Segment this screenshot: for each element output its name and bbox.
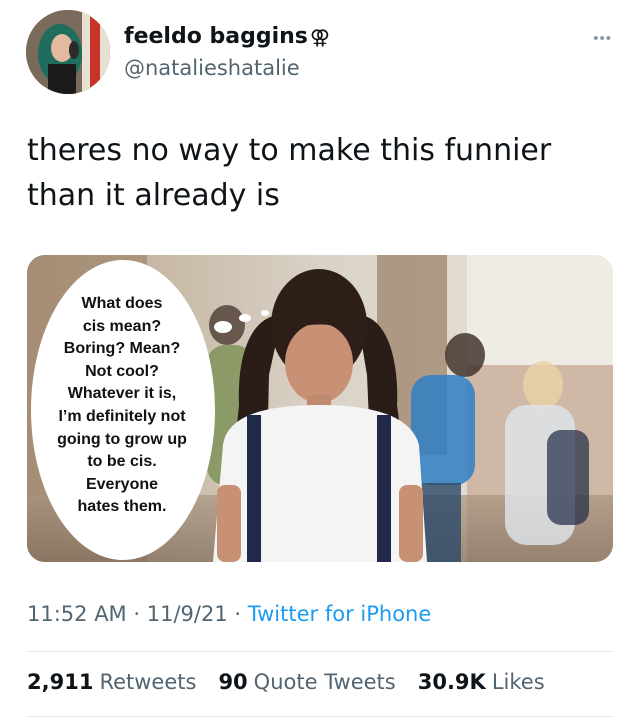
divider xyxy=(27,651,613,652)
likes-label: Likes xyxy=(491,670,545,694)
bubble-line: going to grow up xyxy=(57,430,187,448)
tweet-time[interactable]: 11:52 AM xyxy=(27,602,127,626)
more-options-icon[interactable]: ••• xyxy=(593,30,612,47)
avatar[interactable] xyxy=(26,10,110,94)
display-name-row[interactable]: feeldo baggins ⚢ xyxy=(124,24,330,49)
retweets-count: 2,911 xyxy=(27,670,94,694)
user-handle[interactable]: @natalieshatalie xyxy=(124,56,300,80)
likes-count: 30.9K xyxy=(417,670,486,694)
avatar-photo xyxy=(26,10,110,94)
bubble-line: Not cool? xyxy=(85,362,159,380)
bubble-line: Everyone xyxy=(85,475,159,493)
divider xyxy=(27,716,613,717)
tweet-date[interactable]: 11/9/21 xyxy=(147,602,228,626)
bubble-line: to be cis. xyxy=(87,453,157,471)
likes-stat[interactable]: 30.9K Likes xyxy=(418,670,545,694)
meta-separator: · xyxy=(133,602,141,626)
bubble-line: hates them. xyxy=(77,498,167,516)
quote-tweets-count: 90 xyxy=(218,670,248,694)
meta-separator: · xyxy=(234,602,242,626)
quote-tweets-label: Quote Tweets xyxy=(253,670,396,694)
retweets-label: Retweets xyxy=(99,670,197,694)
bubble-line: Boring? Mean? xyxy=(63,340,181,358)
retweets-stat[interactable]: 2,911 Retweets xyxy=(27,670,196,694)
bubble-line: Whatever it is, xyxy=(67,385,177,403)
thought-bubble-text: What does cis mean? Boring? Mean? Not co… xyxy=(40,293,204,519)
tweet-text: theres no way to make this funnier than … xyxy=(27,133,552,213)
bubble-line: cis mean? xyxy=(82,317,162,335)
display-name[interactable]: feeldo baggins xyxy=(124,24,308,49)
lesbian-symbol-icon: ⚢ xyxy=(309,24,330,49)
tweet-source-link[interactable]: Twitter for iPhone xyxy=(248,602,432,626)
bubble-line: What does xyxy=(81,295,163,312)
engagement-stats: 2,911 Retweets 90 Quote Tweets 30.9K Likes xyxy=(27,670,545,694)
tweet-meta: 11:52 AM · 11/9/21 · Twitter for iPhone xyxy=(27,602,431,626)
quote-tweets-stat[interactable]: 90 Quote Tweets xyxy=(218,670,395,694)
bubble-line: I’m definitely not xyxy=(58,407,186,425)
